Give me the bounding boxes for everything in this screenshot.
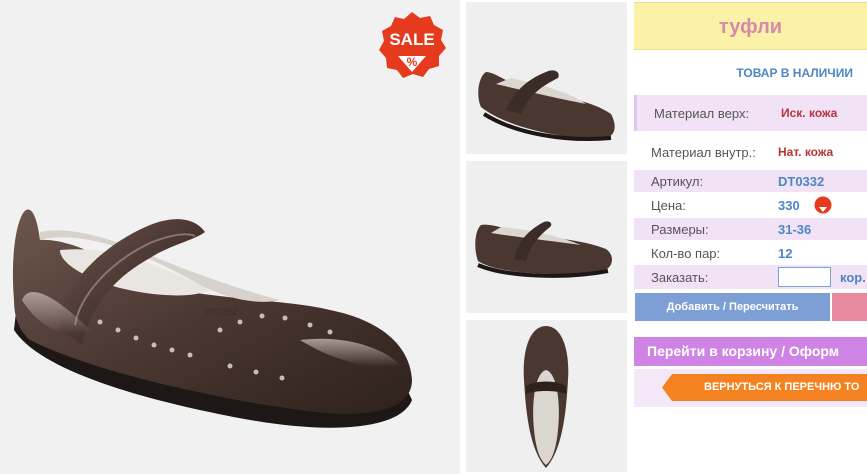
thumbnail-1[interactable]	[466, 2, 627, 154]
order-row: Заказать: кор.	[634, 265, 867, 289]
spec-label: Цена:	[651, 198, 686, 213]
spec-row-pairs: Кол-во пар: 12	[634, 242, 867, 264]
sale-badge-label: SALE	[389, 30, 434, 49]
spec-value: 31-36	[778, 222, 812, 237]
quantity-unit: кор.	[840, 270, 866, 285]
shoe-top-view-image	[523, 326, 569, 468]
quantity-input[interactable]	[778, 267, 831, 287]
spec-label: Материал верх:	[654, 106, 750, 121]
svg-text:DT0332: DT0332	[205, 307, 237, 317]
back-button-area: ВЕРНУТЬСЯ К ПЕРЕЧНЮ ТО	[634, 369, 867, 407]
spec-value: Иск. кожа	[781, 106, 838, 120]
extra-action-button[interactable]	[832, 293, 867, 321]
spec-row-price: Цена: 330	[634, 193, 867, 217]
thumbnail-2[interactable]	[466, 161, 627, 313]
add-recalculate-button[interactable]: Добавить / Пересчитать	[635, 293, 830, 321]
spec-label: Кол-во пар:	[651, 246, 721, 261]
thumbnail-3[interactable]	[466, 320, 627, 472]
shoe-angle-image	[478, 70, 615, 141]
spec-value: DT0332	[778, 174, 825, 189]
go-to-cart-button[interactable]: Перейти в корзину / Оформ	[634, 337, 867, 366]
spec-label: Артикул:	[651, 174, 704, 189]
spec-label: Материал внутр.:	[651, 145, 756, 160]
sale-mini-icon	[814, 196, 832, 214]
spec-row-material-inner: Материал внутр.: Нат. кожа	[634, 134, 867, 170]
sale-badge-percent: %	[407, 55, 418, 69]
price-value: 330	[778, 198, 800, 213]
spec-row-article: Артикул: DT0332	[634, 170, 867, 192]
product-title-box: туфли	[634, 2, 867, 50]
spec-label: Размеры:	[651, 222, 709, 237]
spec-row-sizes: Размеры: 31-36	[634, 218, 867, 240]
back-to-list-button[interactable]: ВЕРНУТЬСЯ К ПЕРЕЧНЮ ТО	[662, 374, 867, 401]
spec-row-material-top: Материал верх: Иск. кожа	[634, 95, 867, 131]
shoe-side-view-image	[475, 221, 612, 278]
sale-badge: SALE %	[376, 10, 448, 82]
product-title: туфли	[718, 16, 783, 38]
spec-value: Нат. кожа	[778, 145, 834, 159]
spec-value: 12	[778, 246, 793, 261]
stock-status: ТОВАР В НАЛИЧИИ	[736, 66, 853, 80]
order-label: Заказать:	[651, 270, 709, 285]
product-info-panel: туфли ТОВАР В НАЛИЧИИ Материал верх: Иск…	[634, 0, 867, 474]
